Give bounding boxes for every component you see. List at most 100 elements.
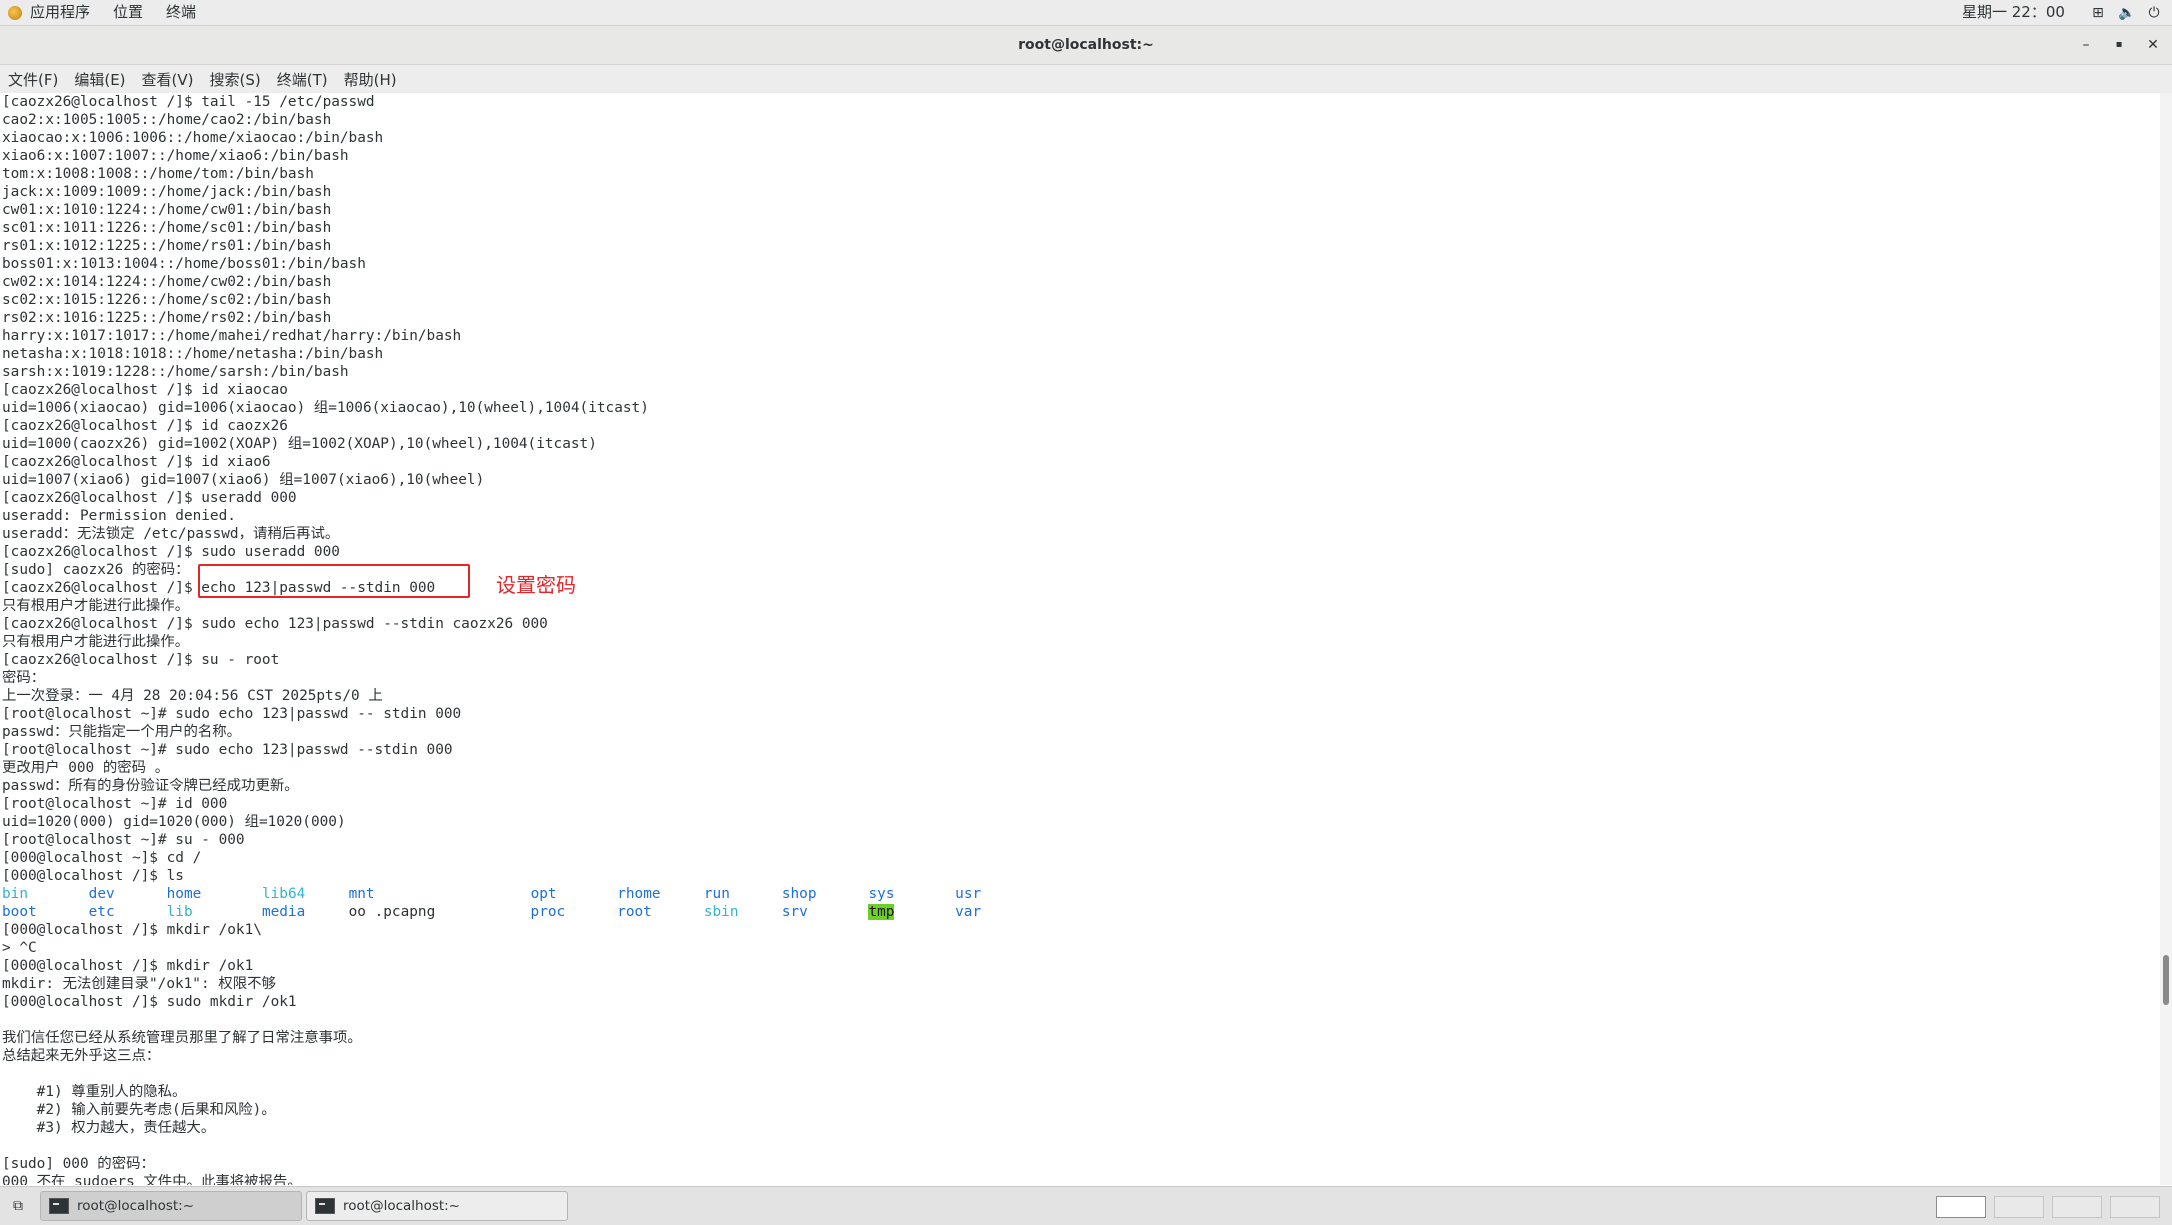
- terminal-line: rs01:x:1012:1225::/home/rs01:/bin/bash: [2, 238, 332, 254]
- ls-spacer: [115, 886, 167, 902]
- terminal-line: 只有根用户才能进行此操作。: [2, 598, 190, 614]
- show-desktop-icon[interactable]: ⧉: [8, 1196, 28, 1216]
- terminal-line: tom:x:1008:1008::/home/tom:/bin/bash: [2, 166, 314, 182]
- ls-entry: shop: [781, 886, 817, 902]
- terminal-line: cw01:x:1010:1224::/home/cw01:/bin/bash: [2, 202, 332, 218]
- terminal-line: 只有根用户才能进行此操作。: [2, 634, 190, 650]
- terminal-line: 总结起来无外乎这三点：: [2, 1048, 161, 1064]
- terminal-line: [000@localhost /]$ sudo mkdir /ok1: [2, 994, 297, 1010]
- terminal-line: boss01:x:1013:1004::/home/boss01:/bin/ba…: [2, 256, 366, 272]
- ls-entry: boot: [2, 904, 37, 920]
- menu-file[interactable]: 文件(F): [0, 69, 66, 90]
- applications-menu[interactable]: 应用程序: [8, 0, 90, 25]
- ls-entry: usr: [955, 886, 982, 902]
- terminal-line: [caozx26@localhost /]$ id caozx26: [2, 418, 288, 434]
- terminal-line: [caozx26@localhost /]$ su - root: [2, 652, 280, 668]
- ls-spacer: [305, 886, 348, 902]
- scrollbar-thumb[interactable]: [2163, 955, 2169, 1005]
- terminal-line: [caozx26@localhost /]$ id xiaocao: [2, 382, 288, 398]
- terminal-line: uid=1006(xiaocao) gid=1006(xiaocao) 组=10…: [2, 400, 649, 416]
- taskbar-window-1[interactable]: root@localhost:~: [40, 1191, 302, 1221]
- ls-entry: proc: [530, 904, 566, 920]
- places-menu[interactable]: 位置: [113, 0, 143, 25]
- ls-entry: bin: [2, 886, 28, 902]
- ls-spacer: [28, 886, 89, 902]
- terminal-line: [sudo] caozx26 的密码：: [2, 562, 190, 578]
- menu-edit[interactable]: 编辑(E): [66, 69, 133, 90]
- terminal-line: mkdir: 无法创建目录"/ok1": 权限不够: [2, 976, 276, 992]
- terminal-line: rs02:x:1016:1225::/home/rs02:/bin/bash: [2, 310, 332, 326]
- terminal-line: useradd: Permission denied.: [2, 508, 236, 524]
- ls-entry: var: [955, 904, 982, 920]
- ls-entry: home: [166, 886, 202, 902]
- terminal-line: 更改用户 000 的密码 。: [2, 760, 170, 776]
- terminal-line: [root@localhost ~]# sudo echo 123|passwd…: [2, 742, 453, 758]
- close-button[interactable]: ✕: [2143, 35, 2163, 55]
- menu-help[interactable]: 帮助(H): [336, 69, 405, 90]
- workspace-4[interactable]: [2110, 1196, 2160, 1218]
- terminal-scrollbar[interactable]: [2160, 93, 2172, 1185]
- ls-spacer: [37, 904, 89, 920]
- workspace-3[interactable]: [2052, 1196, 2102, 1218]
- terminal-line: sc01:x:1011:1226::/home/sc01:/bin/bash: [2, 220, 332, 236]
- menu-view[interactable]: 查看(V): [134, 69, 202, 90]
- terminal-line: [caozx26@localhost /]$ tail -15 /etc/pas…: [2, 94, 375, 110]
- terminal-line: [000@localhost ~]$ cd /: [2, 850, 202, 866]
- ls-entry: opt: [530, 886, 557, 902]
- ls-spacer: [808, 904, 869, 920]
- terminal-line: sarsh:x:1019:1228::/home/sarsh:/bin/bash: [2, 364, 349, 380]
- ls-entry: root: [617, 904, 652, 920]
- ls-spacer: [201, 886, 262, 902]
- terminal-line: #2) 输入前要先考虑(后果和风险)。: [2, 1102, 276, 1118]
- volume-icon[interactable]: 🔈: [2118, 5, 2135, 21]
- terminal-line: sc02:x:1015:1226::/home/sc02:/bin/bash: [2, 292, 332, 308]
- terminal-app-menu[interactable]: 终端: [166, 0, 196, 25]
- ls-entry: run: [703, 886, 730, 902]
- ls-spacer: [817, 886, 869, 902]
- terminal-line: 000 不在 sudoers 文件中。此事将被报告。: [2, 1174, 302, 1185]
- ls-entry: lib64: [261, 886, 306, 902]
- ls-spacer: [895, 886, 956, 902]
- taskbar-window-label: root@localhost:~: [77, 1198, 195, 1214]
- workspace-2[interactable]: [1994, 1196, 2044, 1218]
- ls-entry: sys: [868, 886, 895, 902]
- workspace-1[interactable]: [1936, 1196, 1986, 1218]
- network-icon[interactable]: ⊞: [2090, 5, 2106, 21]
- ls-entry: dev: [88, 886, 115, 902]
- ls-entry: sbin: [703, 904, 739, 920]
- terminal-line: [caozx26@localhost /]$ id xiao6: [2, 454, 271, 470]
- terminal-output[interactable]: [caozx26@localhost /]$ tail -15 /etc/pas…: [0, 93, 2160, 1185]
- terminal-line: 上一次登录：一 4月 28 20:04:56 CST 2025pts/0 上: [2, 688, 383, 704]
- ls-spacer: [557, 886, 618, 902]
- menu-search[interactable]: 搜索(S): [202, 69, 269, 90]
- ls-spacer: [894, 904, 955, 920]
- ls-entry: srv: [781, 904, 808, 920]
- terminal-menubar: 文件(F) 编辑(E) 查看(V) 搜索(S) 终端(T) 帮助(H): [0, 65, 2172, 94]
- ls-entry: mnt: [348, 886, 375, 902]
- terminal-line: useradd：无法锁定 /etc/passwd，请稍后再试。: [2, 526, 340, 542]
- menu-terminal[interactable]: 终端(T): [269, 69, 336, 90]
- top-panel: 应用程序 位置 终端 星期一 22：00 ⊞ 🔈 ⏻: [0, 0, 2172, 26]
- power-icon[interactable]: ⏻: [2146, 5, 2162, 21]
- clock[interactable]: 星期一 22：00: [1962, 0, 2065, 25]
- terminal-line: xiao6:x:1007:1007::/home/xiao6:/bin/bash: [2, 148, 349, 164]
- terminal-line: passwd：所有的身份验证令牌已经成功更新。: [2, 778, 299, 794]
- terminal-line: [caozx26@localhost /]$ sudo useradd 000: [2, 544, 340, 560]
- applications-menu-label: 应用程序: [30, 3, 91, 21]
- ls-spacer: [730, 886, 782, 902]
- terminal-line: jack:x:1009:1009::/home/jack:/bin/bash: [2, 184, 332, 200]
- system-tray[interactable]: ⊞ 🔈 ⏻: [2090, 0, 2162, 25]
- ls-entry: media: [261, 904, 306, 920]
- terminal-line: [sudo] 000 的密码：: [2, 1156, 155, 1172]
- terminal-icon: [49, 1198, 69, 1214]
- window-titlebar[interactable]: root@localhost:~ – ▪ ✕: [0, 26, 2172, 65]
- terminal-line: cw02:x:1014:1224::/home/cw02:/bin/bash: [2, 274, 332, 290]
- terminal-line: [caozx26@localhost /]$ sudo echo 123|pas…: [2, 616, 548, 632]
- minimize-button[interactable]: –: [2076, 35, 2096, 55]
- taskbar-window-2[interactable]: root@localhost:~: [306, 1191, 568, 1221]
- maximize-button[interactable]: ▪: [2109, 35, 2129, 55]
- ls-spacer: [375, 886, 531, 902]
- terminal-line: uid=1000(caozx26) gid=1002(XOAP) 组=1002(…: [2, 436, 597, 452]
